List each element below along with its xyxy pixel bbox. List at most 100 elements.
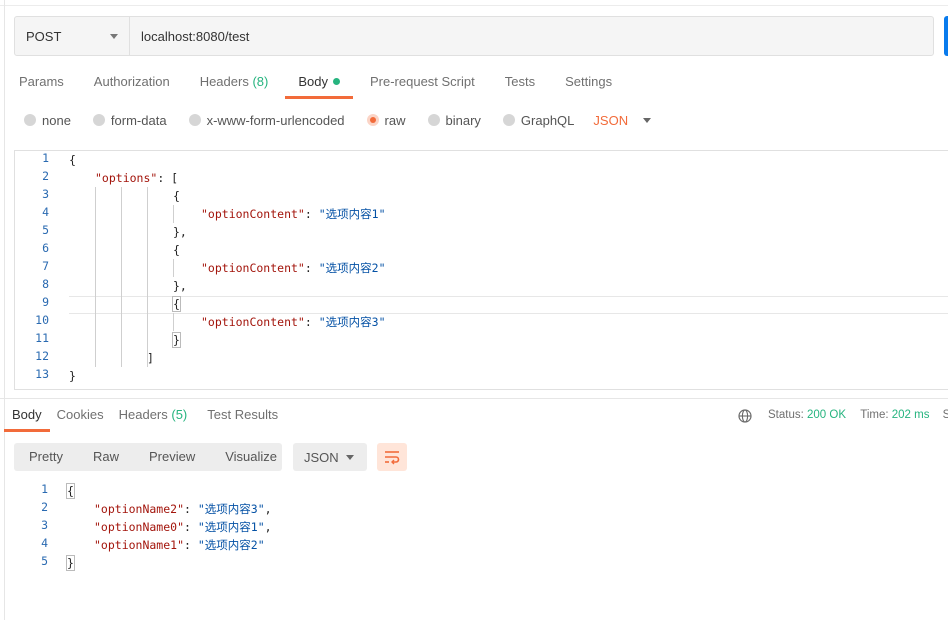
json-brace-matched: } [66,555,75,571]
view-preview-button[interactable]: Preview [134,443,210,471]
json-key: "optionContent" [201,207,305,221]
radio-form-data[interactable]: form-data [92,112,167,128]
request-body-editor[interactable]: 1 2 3 4 5 6 7 8 9 10 11 12 13 { "options… [14,150,948,390]
line-number: 3 [41,518,48,532]
indent-guide [121,187,122,367]
status-value[interactable]: 200 OK [807,409,846,421]
response-format-label: JSON [304,449,339,465]
tab-tests[interactable]: Tests [505,72,535,98]
json-brace-matched: { [172,296,181,312]
json-brace-matched: { [66,483,75,499]
code-line: }, [173,223,187,241]
resp-tab-cookies[interactable]: Cookies [57,406,104,428]
response-status: Status: 200 OK Time: 202 ms S [768,409,948,421]
radio-none-label: none [42,112,71,128]
code-line: { [173,187,180,205]
code-line: } [69,367,76,385]
radio-graphql[interactable]: GraphQL [502,113,574,128]
line-number: 2 [41,500,48,514]
radio-circle-checked-icon [366,114,379,126]
time-value[interactable]: 202 ms [892,409,930,421]
line-number: 7 [42,259,49,273]
wrap-lines-button[interactable] [377,443,407,471]
indent-guide [95,187,96,367]
radio-raw[interactable]: raw [366,112,406,128]
resp-tab-body[interactable]: Body [4,406,50,432]
json-brace: { [173,243,180,257]
line-number: 3 [42,187,49,201]
status-dot-icon [332,78,340,85]
indent-guide [147,187,148,367]
resp-headers-count: (5) [171,407,188,422]
resp-tab-headers[interactable]: Headers (5) [119,406,188,428]
tab-params[interactable]: Params [19,72,64,98]
size-label: S [942,409,948,421]
json-punct: , [264,520,272,534]
radio-none[interactable]: none [24,113,71,128]
resp-tab-headers-label: Headers [118,407,168,422]
json-brace: }, [173,225,187,239]
line-number: 8 [42,277,49,291]
radio-form-data-label: form-data [110,112,167,128]
line-number: 4 [42,205,49,219]
line-number: 6 [42,241,49,255]
radio-circle-icon [427,114,440,126]
code-line: "optionName2": "选项内容3", [94,500,272,518]
radio-urlencoded[interactable]: x-www-form-urlencoded [188,113,345,128]
json-key: "optionContent" [201,261,305,275]
active-line-highlight [69,296,948,314]
tab-pre-request-label: Pre-request Script [369,74,475,89]
json-bracket: ] [147,351,154,365]
response-tabs: Body Cookies Headers (5) Test Results [4,406,293,432]
left-panel-border [4,0,5,620]
top-divider [0,5,948,6]
tab-headers[interactable]: Headers (8) [200,72,269,98]
response-body-viewer[interactable]: 1 2 3 4 5 { "optionName2": "选项内容3", "opt… [14,482,934,582]
language-select[interactable]: JSON [593,113,652,128]
view-visualize-button[interactable]: Visualize [210,443,292,471]
response-view-modes: Pretty Raw Preview Visualize [14,443,282,471]
radio-raw-label: raw [384,112,406,128]
response-format-select[interactable]: JSON [293,443,367,471]
headers-count: (8) [252,74,269,89]
indent-guide [173,205,174,223]
code-line: "optionContent": "选项内容3" [201,313,386,331]
line-number: 10 [35,313,49,327]
code-line: { [69,151,76,169]
json-string: "选项内容2" [197,538,265,552]
json-string: "选项内容1" [318,207,386,221]
send-button[interactable] [944,16,948,56]
url-input[interactable] [130,17,933,55]
method-select[interactable]: POST [15,17,130,55]
view-pretty-button[interactable]: Pretty [14,443,78,471]
method-label: POST [26,28,62,44]
indent-guide [173,313,174,331]
tab-body-label: Body [298,74,328,89]
tab-tests-label: Tests [504,74,536,89]
radio-binary[interactable]: binary [427,112,481,128]
line-number: 2 [42,169,49,183]
radio-binary-label: binary [445,112,481,128]
json-key: "optionName0" [94,520,185,534]
tab-pre-request-script[interactable]: Pre-request Script [370,72,475,98]
resp-tab-body-label: Body [12,407,42,422]
line-number: 1 [41,482,48,496]
line-number: 5 [41,554,48,568]
json-punct: : [184,502,198,516]
globe-icon[interactable] [738,409,752,423]
view-raw-button[interactable]: Raw [78,443,134,471]
code-line: }, [173,277,187,295]
json-punct: : [304,207,319,221]
tab-settings[interactable]: Settings [565,72,612,98]
tab-authorization[interactable]: Authorization [94,72,170,98]
code-line: { [173,241,180,259]
line-number: 12 [35,349,49,363]
resp-tab-test-results[interactable]: Test Results [207,406,278,428]
tab-body[interactable]: Body [285,72,353,99]
code-line: "options": [ [95,169,178,187]
json-key: "options" [95,171,158,185]
json-key: "optionName1" [94,538,185,552]
radio-circle-icon [502,114,515,126]
json-punct: : [304,315,319,329]
line-number: 11 [35,331,49,345]
